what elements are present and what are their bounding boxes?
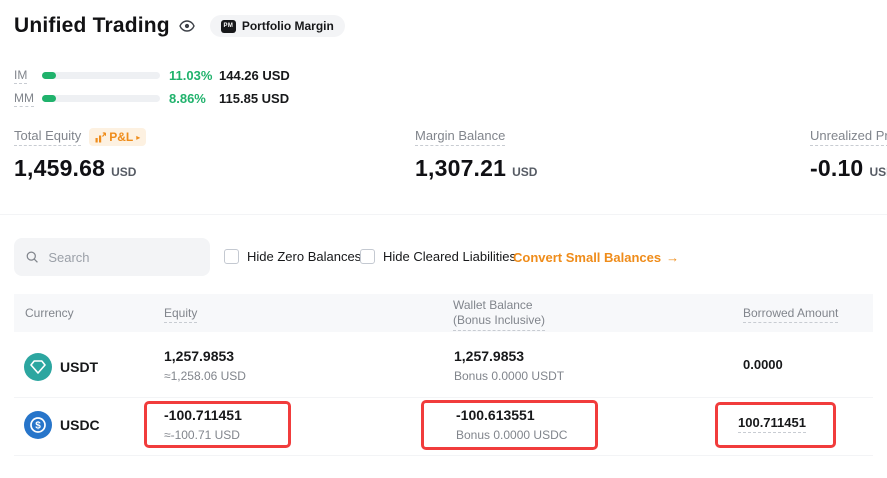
currency-name: USDC [60, 417, 100, 433]
hide-zero-balances-label[interactable]: Hide Zero Balances [247, 249, 361, 264]
search-box[interactable] [14, 238, 210, 276]
row-divider [14, 397, 873, 398]
wallet-balance-cell: 1,257.9853 Bonus 0.0000 USDT [454, 348, 564, 383]
portfolio-margin-badge[interactable]: PM Portfolio Margin [210, 15, 345, 37]
header-currency: Currency [25, 306, 74, 320]
checkbox-icon[interactable] [224, 249, 239, 264]
im-amount: 144.26 USD [219, 68, 290, 83]
unrealized-pnl-label: Unrealized Pr [810, 128, 887, 146]
convert-link-label: Convert Small Balances [513, 250, 661, 265]
portfolio-margin-label: Portfolio Margin [242, 19, 334, 33]
eye-icon[interactable] [179, 20, 195, 32]
svg-text:$: $ [35, 421, 41, 432]
equity-cell: 1,257.9853 ≈1,258.06 USD [164, 348, 246, 383]
bar-chart-icon [95, 132, 106, 143]
hide-cleared-liabilities-label[interactable]: Hide Cleared Liabilities [383, 249, 516, 264]
unrealized-pnl-stat: Unrealized Pr -0.10 USD [810, 128, 887, 182]
margin-balance-unit: USD [512, 165, 537, 179]
section-divider [0, 214, 887, 215]
hide-cleared-liabilities-checkbox[interactable]: Hide Cleared Liabilities [360, 249, 516, 264]
pnl-arrow-icon: ▸ [136, 133, 140, 142]
currency-name: USDT [60, 359, 98, 375]
hide-zero-balances-checkbox[interactable]: Hide Zero Balances [224, 249, 361, 264]
pnl-badge[interactable]: P&L ▸ [89, 128, 146, 146]
pm-card-icon: PM [221, 20, 236, 33]
checkbox-icon[interactable] [360, 249, 375, 264]
margin-balance-value: 1,307.21 [415, 155, 506, 182]
arrow-right-icon: → [666, 250, 679, 265]
usdt-coin-icon [24, 353, 52, 381]
im-label: IM [14, 68, 42, 82]
header-borrowed-amount: Borrowed Amount [743, 306, 838, 323]
search-input[interactable] [46, 249, 198, 266]
header-equity: Equity [164, 306, 197, 323]
wallet-balance-cell: -100.613551 Bonus 0.0000 USDC [456, 407, 567, 442]
borrowed-amount-cell: 0.0000 [743, 357, 783, 372]
page-header: Unified Trading PM Portfolio Margin [14, 14, 345, 38]
search-icon [26, 250, 38, 264]
convert-small-balances-link[interactable]: Convert Small Balances → [513, 250, 679, 265]
mm-progress-knob [42, 95, 56, 102]
table-header: Currency Equity Wallet Balance(Bonus Inc… [14, 294, 873, 332]
margin-balance-label: Margin Balance [415, 128, 505, 146]
mm-amount: 115.85 USD [219, 91, 289, 106]
header-wallet-balance: Wallet Balance(Bonus Inclusive) [453, 298, 545, 331]
borrowed-amount-cell: 100.711451 [738, 415, 806, 433]
unrealized-pnl-unit: USD [869, 165, 887, 179]
equity-cell: -100.711451 ≈-100.71 USD [164, 407, 242, 442]
im-progress-bar [42, 72, 160, 79]
mm-percent: 8.86% [169, 91, 215, 106]
im-percent: 11.03% [169, 68, 215, 83]
mm-label: MM [14, 91, 42, 105]
margin-balance-stat: Margin Balance 1,307.21 USD [415, 128, 537, 182]
page-title: Unified Trading [14, 14, 170, 38]
total-equity-value: 1,459.68 [14, 155, 105, 182]
usdc-coin-icon: $ [24, 411, 52, 439]
im-ratio-row: IM 11.03% 144.26 USD [14, 68, 290, 82]
mm-progress-bar [42, 95, 160, 102]
total-equity-label: Total Equity [14, 128, 81, 146]
total-equity-stat: Total Equity P&L ▸ 1,459.68 USD [14, 128, 146, 182]
im-progress-knob [42, 72, 56, 79]
total-equity-unit: USD [111, 165, 136, 179]
table-bottom-divider [14, 455, 873, 456]
unrealized-pnl-value: -0.10 [810, 155, 863, 182]
unified-trading-page: Unified Trading PM Portfolio Margin IM 1… [0, 0, 887, 478]
pnl-label: P&L [109, 130, 133, 144]
mm-ratio-row: MM 8.86% 115.85 USD [14, 91, 289, 105]
